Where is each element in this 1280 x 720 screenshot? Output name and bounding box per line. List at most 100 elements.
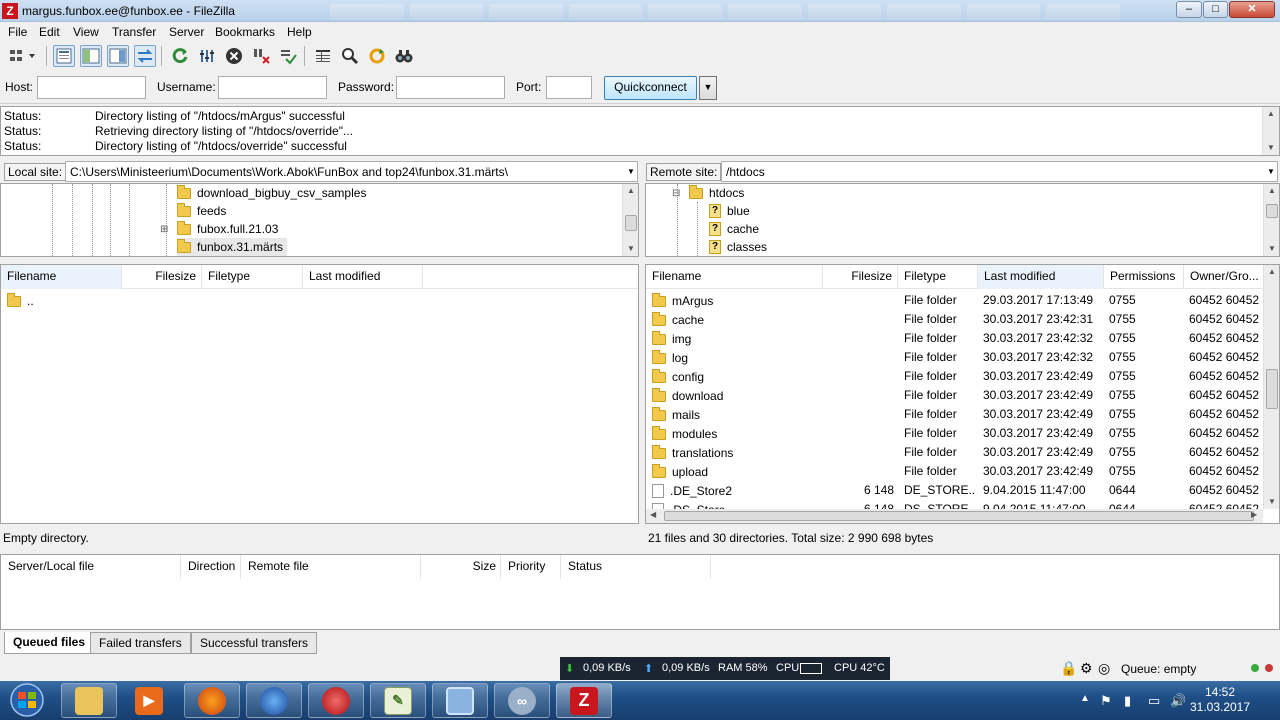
file-row[interactable]: modules File folder 30.03.2017 23:42:49 075… — [646, 424, 1263, 443]
reconnect-icon[interactable] — [277, 45, 299, 67]
remote-tree-scrollbar[interactable]: ▲ ▼ — [1263, 184, 1279, 256]
column-owner-group[interactable]: Owner/Gro... — [1184, 265, 1264, 289]
taskbar-screen[interactable] — [432, 683, 488, 718]
local-tree-item[interactable]: download_bigbuy_csv_samples — [177, 184, 366, 202]
column-direction[interactable]: Direction — [181, 555, 241, 579]
tab-failed-transfers[interactable]: Failed transfers — [90, 632, 191, 654]
file-row[interactable]: config File folder 30.03.2017 23:42:49 0755… — [646, 367, 1263, 386]
username-input[interactable] — [218, 76, 327, 99]
toggle-queue-icon[interactable] — [134, 45, 156, 67]
process-queue-icon[interactable] — [196, 45, 218, 67]
sync-browsing-icon[interactable] — [366, 45, 388, 67]
file-row[interactable]: img File folder 30.03.2017 23:42:32 0755 604… — [646, 329, 1263, 348]
taskbar-filezilla[interactable]: Z — [556, 683, 612, 718]
remote-list-hscrollbar[interactable]: ◀ ▶ — [646, 509, 1263, 523]
collapse-icon[interactable]: ⊟ — [672, 188, 689, 199]
menu-server[interactable]: Server — [169, 25, 204, 39]
quickconnect-button[interactable]: Quickconnect — [604, 76, 697, 100]
remote-tree-item[interactable]: ? cache — [709, 220, 759, 238]
expand-icon[interactable]: ⊞ — [160, 224, 177, 235]
search-icon[interactable] — [393, 45, 415, 67]
remote-tree-item[interactable]: ? classes — [709, 238, 767, 256]
disconnect-icon[interactable] — [250, 45, 272, 67]
folder-icon — [652, 350, 666, 364]
host-input[interactable] — [37, 76, 146, 99]
taskbar-opera[interactable] — [308, 683, 364, 718]
column-filetype[interactable]: Filetype — [202, 265, 303, 289]
menu-file[interactable]: File — [8, 25, 27, 39]
tab-successful-transfers[interactable]: Successful transfers — [191, 632, 318, 654]
local-tree-item[interactable]: ⊞ fubox.full.21.03 — [160, 220, 278, 238]
column-filesize[interactable]: Filesize — [122, 265, 202, 289]
volume-icon[interactable]: 🔊 — [1170, 693, 1186, 709]
toggle-log-icon[interactable] — [53, 45, 75, 67]
taskbar-media-player[interactable]: ▶ — [121, 683, 177, 718]
gear-icon[interactable]: ⚙ — [1080, 660, 1093, 677]
local-site-path[interactable]: C:\Users\Ministeerium\Documents\Work.Abo… — [65, 161, 638, 182]
remote-path-dropdown-icon[interactable]: ▼ — [1267, 167, 1275, 176]
taskbar-firefox[interactable] — [184, 683, 240, 718]
close-button[interactable]: ✕ — [1229, 1, 1275, 18]
file-row[interactable]: upload File folder 30.03.2017 23:42:49 0755… — [646, 462, 1263, 481]
start-button[interactable] — [5, 682, 49, 719]
cancel-icon[interactable] — [223, 45, 245, 67]
menu-bookmarks[interactable]: Bookmarks — [215, 25, 275, 39]
taskbar-thunderbird[interactable] — [246, 683, 302, 718]
site-manager-icon[interactable] — [5, 45, 41, 67]
column-size[interactable]: Size — [421, 555, 501, 579]
show-hidden-icons-icon[interactable]: ▲ — [1080, 693, 1090, 704]
port-input[interactable] — [546, 76, 592, 99]
taskbar-network[interactable]: ∞ — [494, 683, 550, 718]
compare-directories-icon[interactable] — [339, 45, 361, 67]
flag-icon[interactable]: ⚑ — [1100, 693, 1112, 709]
remote-tree-item[interactable]: ⊟ htdocs — [672, 184, 744, 202]
log-scrollbar[interactable]: ▲ ▼ — [1262, 107, 1279, 155]
file-modified: 29.03.2017 17:13:49 — [983, 293, 1094, 307]
local-tree-item-selected[interactable]: funbox.31.märts — [177, 238, 288, 256]
speed-limit-icon[interactable]: ◎ — [1098, 660, 1110, 677]
column-priority[interactable]: Priority — [501, 555, 561, 579]
column-filesize[interactable]: Filesize — [823, 265, 898, 289]
quickconnect-dropdown-button[interactable]: ▼ — [699, 76, 717, 100]
remote-site-path[interactable]: /htdocs — [721, 161, 1278, 182]
column-filetype[interactable]: Filetype — [898, 265, 978, 289]
file-row[interactable]: .. — [1, 291, 638, 310]
taskbar-office[interactable]: ✎ — [370, 683, 426, 718]
minimize-button[interactable]: – — [1176, 1, 1202, 18]
column-status[interactable]: Status — [561, 555, 711, 579]
remote-tree-item[interactable]: ? blue — [709, 202, 750, 220]
file-row[interactable]: download File folder 30.03.2017 23:42:49 07… — [646, 386, 1263, 405]
column-server-local-file[interactable]: Server/Local file — [1, 555, 181, 579]
column-last-modified[interactable]: Last modified — [303, 265, 423, 289]
column-remote-file[interactable]: Remote file — [241, 555, 421, 579]
file-row[interactable]: translations File folder 30.03.2017 23:42:… — [646, 443, 1263, 462]
maximize-button[interactable]: □ — [1203, 1, 1228, 18]
file-row[interactable]: cache File folder 30.03.2017 23:42:31 0755 6… — [646, 310, 1263, 329]
directory-listing-filters-icon[interactable] — [312, 45, 334, 67]
menu-help[interactable]: Help — [287, 25, 312, 39]
local-tree-scrollbar[interactable]: ▲ ▼ — [622, 184, 638, 256]
toggle-local-tree-icon[interactable] — [80, 45, 102, 67]
column-last-modified[interactable]: Last modified — [978, 265, 1104, 289]
toggle-remote-tree-icon[interactable] — [107, 45, 129, 67]
password-input[interactable] — [396, 76, 505, 99]
menu-transfer[interactable]: Transfer — [112, 25, 156, 39]
taskbar-explorer[interactable] — [61, 683, 117, 718]
refresh-icon[interactable] — [169, 45, 191, 67]
menu-edit[interactable]: Edit — [39, 25, 60, 39]
file-row[interactable]: mails File folder 30.03.2017 23:42:49 0755 6… — [646, 405, 1263, 424]
local-path-dropdown-icon[interactable]: ▼ — [627, 167, 635, 176]
remote-list-scrollbar[interactable]: ▲ ▼ — [1263, 265, 1279, 509]
file-row[interactable]: log File folder 30.03.2017 23:42:32 0755 604… — [646, 348, 1263, 367]
column-filename[interactable]: Filename — [646, 265, 823, 289]
power-icon[interactable]: ▮ — [1124, 693, 1131, 709]
local-tree-item[interactable]: feeds — [177, 202, 226, 220]
file-row[interactable]: .DE_Store2 6 148 DE_STORE... 9.04.2015 11:4… — [646, 481, 1263, 500]
network-tray-icon[interactable]: ▭ — [1148, 693, 1160, 709]
column-filename[interactable]: Filename — [1, 265, 122, 289]
file-row[interactable]: mArgus File folder 29.03.2017 17:13:49 0755… — [646, 291, 1263, 310]
clock[interactable]: 14:52 31.03.2017 — [1188, 685, 1252, 715]
tab-queued-files[interactable]: Queued files — [4, 632, 95, 654]
column-permissions[interactable]: Permissions — [1104, 265, 1184, 289]
menu-view[interactable]: View — [73, 25, 99, 39]
